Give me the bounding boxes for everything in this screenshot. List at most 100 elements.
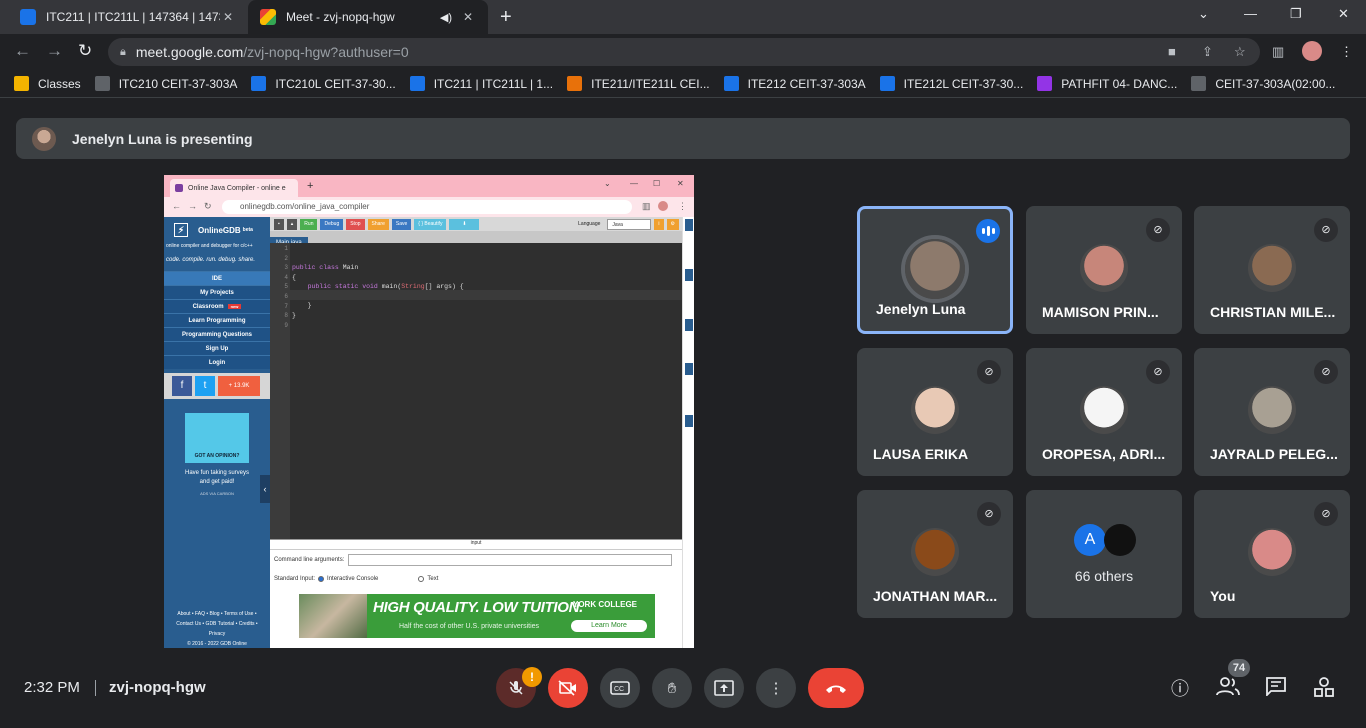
bookmark-label: ITE211/ITE211L CEI... xyxy=(591,76,710,91)
share-button: Share xyxy=(367,218,389,230)
code-line: { xyxy=(292,274,296,281)
gdb-logo-text: OnlineGDB xyxy=(198,225,241,235)
participant-tile[interactable]: ⊘ LAUSA ERIKA xyxy=(857,348,1013,476)
york-college-ad: HIGH QUALITY. LOW TUITION. Half the cost… xyxy=(299,594,655,638)
url-host: meet.google.com xyxy=(135,44,244,60)
bookmark-item[interactable]: ITE211/ITE211L CEI... xyxy=(567,76,710,91)
restore-icon[interactable]: ❐ xyxy=(1290,6,1302,22)
gdb-menu-item: Programming Questions xyxy=(164,327,270,341)
participant-name: OROPESA, ADRI... xyxy=(1042,446,1166,462)
gdb-menu: IDE My Projects Classroom new Learn Programm… xyxy=(164,271,270,369)
forward-icon[interactable]: → xyxy=(46,41,63,61)
presenter-avatar xyxy=(32,126,56,151)
leave-call-button[interactable] xyxy=(808,668,864,708)
footer-line: About • FAQ • Blog • Terms of Use • xyxy=(177,611,257,617)
bookmark-favicon-icon xyxy=(1037,76,1053,91)
bookmark-item[interactable]: ITC211 | ITC211L | 1... xyxy=(409,76,553,91)
participant-name: You xyxy=(1210,588,1236,604)
bookmark-item[interactable]: Classes xyxy=(14,76,81,91)
browser-tab-meet[interactable]: Meet - zvj-nopq-hgw ◀) ✕ xyxy=(248,0,488,34)
back-icon[interactable]: ← xyxy=(14,41,31,61)
participant-tile[interactable]: ⊘ OROPESA, ADRI... xyxy=(1026,348,1182,476)
present-now-button[interactable] xyxy=(704,668,744,708)
facebook-icon: f xyxy=(172,376,192,396)
footer-line: Contact Us • GDB Tutorial • Credits • xyxy=(176,621,258,627)
close-tab-icon[interactable]: ✕ xyxy=(460,10,476,24)
participant-tile[interactable]: Jenelyn Luna xyxy=(857,206,1013,334)
activities-icon[interactable] xyxy=(1311,676,1337,702)
muted-mic-icon: ⊘ xyxy=(1314,360,1338,384)
participant-tile[interactable]: ⊘ JAYRALD PELEG... xyxy=(1194,348,1350,476)
camera-icon[interactable]: ■ xyxy=(1168,44,1176,59)
hand-icon: ✋︎ xyxy=(667,679,677,697)
meeting-details-icon[interactable]: ⓘ xyxy=(1167,676,1193,702)
svg-text:CC: CC xyxy=(614,686,624,693)
raise-hand-button[interactable]: ✋︎ xyxy=(652,668,692,708)
participant-avatar xyxy=(911,528,959,576)
camera-off-icon xyxy=(558,680,576,696)
presenting-banner: Jenelyn Luna is presenting xyxy=(16,118,1350,159)
bookmark-item[interactable]: ITE212L CEIT-37-30... xyxy=(879,76,1024,91)
speaker-icon[interactable]: ◀) xyxy=(440,11,452,24)
participant-tile[interactable]: ⊘ JONATHAN MAR... xyxy=(857,490,1013,618)
participant-tile[interactable]: ⊘ MAMISON PRIN... xyxy=(1026,206,1182,334)
bookmark-item[interactable]: ITC210L CEIT-37-30... xyxy=(251,76,396,91)
bookmark-label: ITE212L CEIT-37-30... xyxy=(903,76,1024,91)
gdb-bolt-icon: ⚡︎ xyxy=(174,223,188,237)
code-ident: [] args) { xyxy=(424,283,464,290)
shared-screen: Online Java Compiler - online e + ⌄ — ☐ … xyxy=(164,175,694,648)
participant-avatar xyxy=(911,386,959,434)
captions-button[interactable]: CC xyxy=(600,668,640,708)
side-panel-icon[interactable]: ▥ xyxy=(1272,44,1284,60)
captions-icon: CC xyxy=(610,681,630,695)
more-options-button[interactable]: ⋮ xyxy=(756,668,796,708)
gdb-menu-label: My Projects xyxy=(200,290,234,296)
share-icon[interactable]: ⇪ xyxy=(1202,44,1213,60)
shared-side-panel-icon: ▥ xyxy=(642,201,651,211)
text-label: Text xyxy=(427,576,439,582)
run-button: Run xyxy=(300,218,318,230)
language-select: Java xyxy=(607,218,652,230)
bookmark-item[interactable]: ITC210 CEIT-37-303A xyxy=(94,76,237,91)
debug-button: Debug xyxy=(320,218,344,230)
shared-minimize-icon: — xyxy=(630,179,638,188)
gdb-logo: ⚡︎ OnlineGDB beta xyxy=(164,217,270,243)
others-tile[interactable]: A 66 others xyxy=(1026,490,1182,618)
close-tab-icon[interactable]: ✕ xyxy=(220,10,236,24)
right-strip xyxy=(682,217,694,648)
presenting-text: Jenelyn Luna is presenting xyxy=(72,130,253,147)
close-window-icon[interactable]: ✕ xyxy=(1338,6,1349,22)
new-tab-icon[interactable]: + xyxy=(500,6,520,29)
bookmark-label: PATHFIT 04- DANC... xyxy=(1061,76,1178,91)
browser-tab-itc211[interactable]: ITC211 | ITC211L | 147364 | 1473 ✕ xyxy=(8,0,248,34)
chat-icon[interactable] xyxy=(1263,676,1289,702)
chrome-menu-icon[interactable]: ⋮ xyxy=(1340,44,1353,60)
bookmark-label: Classes xyxy=(38,76,81,91)
participant-avatar xyxy=(1248,528,1296,576)
tab-search-icon[interactable]: ⌄ xyxy=(1198,6,1209,22)
profile-avatar[interactable] xyxy=(1302,41,1322,61)
bookmark-star-icon[interactable]: ☆ xyxy=(1234,44,1246,60)
gdb-logo-sup: beta xyxy=(242,227,253,233)
camera-toggle-button[interactable] xyxy=(548,668,588,708)
mic-warning-icon[interactable]: ! xyxy=(522,667,542,687)
info-icon: i xyxy=(654,218,664,230)
chat-glyph xyxy=(1266,677,1286,698)
participant-avatar xyxy=(1080,386,1128,434)
people-icon[interactable] xyxy=(1215,676,1241,702)
bookmark-item[interactable]: PATHFIT 04- DANC... xyxy=(1037,76,1177,91)
minimize-icon[interactable]: — xyxy=(1244,6,1257,21)
participant-tile[interactable]: ⊘ CHRISTIAN MILE... xyxy=(1194,206,1350,334)
bookmark-item[interactable]: CEIT-37-303A(02:00... xyxy=(1191,76,1335,91)
gdb-words: code. compile. run. debug. share. xyxy=(166,257,256,263)
line-gutter: 1 2 34 5 6 7 89 xyxy=(270,243,290,539)
line-number: 1 xyxy=(284,245,288,252)
participant-avatar xyxy=(1248,244,1296,292)
ad-college: YORK COLLEGE xyxy=(573,600,638,609)
reload-icon[interactable]: ↻ xyxy=(78,41,92,61)
participant-tile[interactable]: ⊘ You xyxy=(1194,490,1350,618)
address-bar[interactable]: 🔒︎ meet.google.com/zvj-nopq-hgw?authuser… xyxy=(108,38,1260,66)
save-button: Save xyxy=(391,218,412,230)
bookmark-item[interactable]: ITE212 CEIT-37-303A xyxy=(723,76,866,91)
shared-chevron-icon: ⌄ xyxy=(604,179,611,188)
